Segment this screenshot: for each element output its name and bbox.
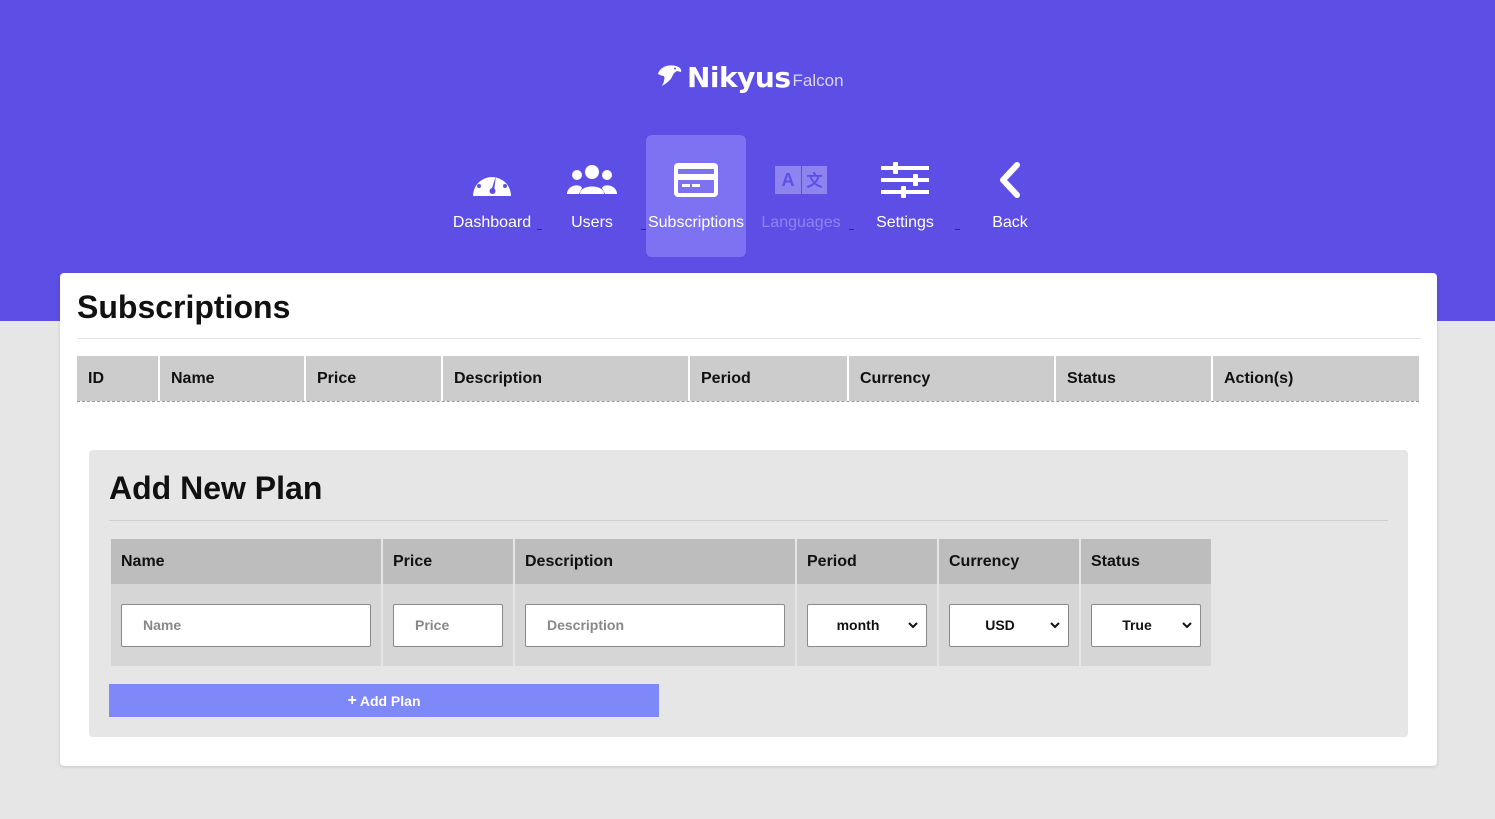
page-title: Subscriptions: [77, 289, 291, 325]
brand-name: Nikyus: [687, 61, 791, 94]
column-header-status: Status: [1056, 356, 1213, 401]
brand-sub: Falcon: [792, 71, 844, 90]
sliders-icon: [879, 161, 931, 199]
nav-languages[interactable]: A 文 Languages: [751, 135, 851, 257]
column-header-id: ID: [77, 356, 160, 401]
form-column-price: Price Price: [383, 539, 515, 666]
nav-dashboard[interactable]: Dashboard: [442, 135, 542, 257]
nav-back[interactable]: Back: [960, 135, 1060, 257]
plan-price-input[interactable]: Price: [393, 603, 503, 647]
form-column-name: Name Name: [111, 539, 383, 666]
form-header-currency: Currency: [939, 539, 1079, 584]
form-header-description: Description: [515, 539, 795, 584]
column-header-price: Price: [306, 356, 443, 401]
nav-languages-label: Languages: [761, 214, 841, 231]
nav-users[interactable]: Users: [542, 135, 642, 257]
plan-period-value: month: [836, 617, 880, 633]
form-header-period: Period: [797, 539, 937, 584]
nav-dashboard-label: Dashboard: [452, 214, 532, 231]
form-column-currency: Currency USD: [939, 539, 1081, 666]
nav-back-label: Back: [992, 214, 1028, 231]
logo[interactable]: Nikyus Falcon: [655, 58, 844, 94]
add-plan-form: Name Name Price Price Description Descri…: [111, 539, 1211, 666]
nav-divider: [849, 229, 854, 230]
add-plan-button[interactable]: + Add Plan: [109, 684, 659, 717]
chevron-down-icon: [1182, 622, 1192, 629]
plan-period-select[interactable]: month: [807, 603, 927, 647]
plan-description-input[interactable]: Description: [525, 603, 785, 647]
add-plan-panel: Add New Plan Name Name Price Price Descr…: [89, 450, 1408, 737]
add-plan-button-label: Add Plan: [359, 692, 421, 709]
add-plan-title: Add New Plan: [109, 470, 323, 506]
svg-text:文: 文: [806, 171, 823, 190]
column-header-currency: Currency: [849, 356, 1056, 401]
form-column-period: Period month: [797, 539, 939, 666]
subscriptions-card: Subscriptions ID Name Price Description …: [60, 273, 1437, 766]
falcon-logo-icon: [658, 65, 682, 86]
chevron-down-icon: [908, 622, 918, 629]
form-column-status: Status True: [1081, 539, 1211, 666]
form-header-status: Status: [1081, 539, 1211, 584]
nav-settings[interactable]: Settings: [855, 135, 955, 257]
translate-icon: A 文: [775, 161, 827, 199]
divider: [77, 338, 1421, 339]
nav-users-label: Users: [571, 214, 613, 231]
column-header-period: Period: [690, 356, 849, 401]
column-header-description: Description: [443, 356, 690, 401]
divider: [109, 520, 1388, 521]
column-header-actions: Action(s): [1213, 356, 1419, 401]
plan-status-value: True: [1122, 617, 1152, 633]
nav-subscriptions-label: Subscriptions: [647, 214, 745, 231]
form-column-description: Description Description: [515, 539, 797, 666]
plan-name-input[interactable]: Name: [121, 603, 371, 647]
plan-currency-value: USD: [985, 617, 1015, 633]
speedometer-icon: [466, 161, 518, 199]
column-header-name: Name: [160, 356, 306, 401]
chevron-left-icon: [984, 161, 1036, 199]
chevron-down-icon: [1050, 622, 1060, 629]
credit-card-icon: [670, 161, 722, 199]
nav-settings-label: Settings: [876, 214, 934, 231]
subscriptions-table: ID Name Price Description Period Currenc…: [77, 356, 1419, 402]
plan-status-select[interactable]: True: [1091, 603, 1201, 647]
form-header-price: Price: [383, 539, 513, 584]
users-icon: [566, 161, 618, 199]
svg-text:A: A: [782, 170, 795, 190]
nav-subscriptions[interactable]: Subscriptions: [646, 135, 746, 257]
plus-icon: +: [347, 691, 357, 709]
form-header-name: Name: [111, 539, 381, 584]
plan-currency-select[interactable]: USD: [949, 603, 1069, 647]
